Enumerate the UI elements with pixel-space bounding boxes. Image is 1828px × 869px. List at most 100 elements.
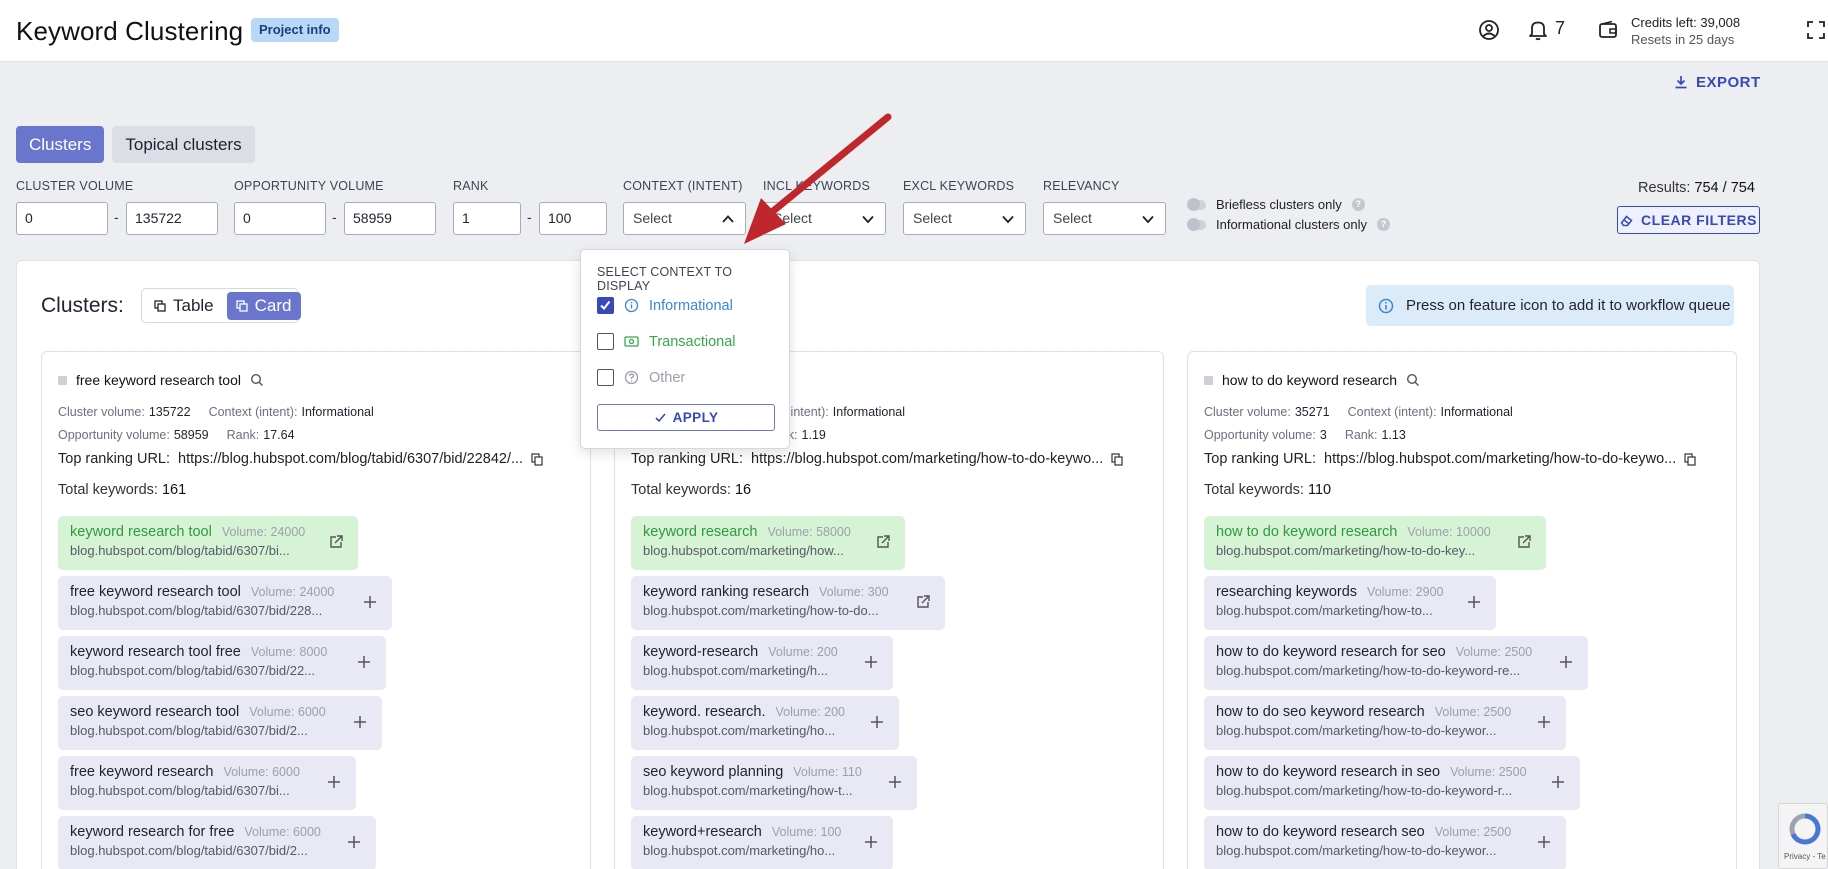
option-other[interactable]: Other — [597, 369, 685, 386]
copy-icon[interactable] — [1684, 452, 1696, 466]
keyword-url: blog.hubspot.com/marketing/how-to... — [1216, 603, 1433, 618]
plus-icon[interactable] — [1536, 834, 1552, 850]
apply-button[interactable]: APPLY — [597, 404, 775, 431]
info-icon — [624, 298, 639, 313]
external-link-icon[interactable] — [1516, 534, 1532, 550]
context-intent-select[interactable]: Select — [623, 202, 746, 235]
keyword-item[interactable]: how to do seo keyword research Volume: 25… — [1204, 696, 1566, 750]
keyword-item[interactable]: free keyword research tool Volume: 24000 b… — [58, 576, 392, 630]
plus-icon[interactable] — [1550, 774, 1566, 790]
keyword-item[interactable]: seo keyword research tool Volume: 6000 blo… — [58, 696, 382, 750]
select-square-icon[interactable] — [58, 375, 67, 385]
search-icon[interactable] — [1406, 373, 1420, 387]
plus-icon[interactable] — [1558, 654, 1574, 670]
plus-icon[interactable] — [352, 714, 368, 730]
table-view-button[interactable]: Table — [145, 292, 223, 320]
plus-icon[interactable] — [863, 834, 879, 850]
select-square-icon[interactable] — [1204, 375, 1213, 385]
copy-icon[interactable] — [1111, 452, 1123, 466]
tab-topical-clusters[interactable]: Topical clusters — [112, 126, 255, 163]
top-url-value[interactable]: https://blog.hubspot.com/marketing/how-t… — [1324, 451, 1676, 467]
cluster-card: free keyword research tool Cluster volume… — [41, 351, 591, 869]
rank-min-input[interactable]: 1 — [453, 202, 521, 235]
keyword-item[interactable]: how to do keyword research Volume: 10000 b… — [1204, 516, 1546, 570]
clear-filters-button[interactable]: CLEAR FILTERS — [1617, 206, 1760, 234]
external-link-icon[interactable] — [875, 534, 891, 550]
keyword-item[interactable]: free keyword research Volume: 6000 blog.hu… — [58, 756, 356, 810]
keyword-item[interactable]: keyword research tool Volume: 24000 blog.h… — [58, 516, 358, 570]
incl-keywords-label: INCL KEYWORDS — [763, 179, 871, 193]
plus-icon[interactable] — [326, 774, 342, 790]
help-icon[interactable]: ? — [1351, 198, 1365, 211]
plus-icon[interactable] — [863, 654, 879, 670]
fullscreen-icon[interactable] — [1806, 20, 1826, 40]
keyword-item[interactable]: keyword research for free Volume: 6000 blo… — [58, 816, 376, 869]
cluster-volume-min-input[interactable]: 0 — [16, 202, 108, 235]
top-url-value[interactable]: https://blog.hubspot.com/blog/tabid/6307… — [178, 451, 523, 467]
keyword-item[interactable]: how to do keyword research in seo Volume:… — [1204, 756, 1580, 810]
external-link-icon[interactable] — [328, 534, 344, 550]
keyword-name: how to do seo keyword research — [1216, 704, 1425, 720]
checkbox-transactional[interactable] — [597, 333, 614, 350]
help-icon[interactable]: ? — [1377, 218, 1391, 231]
plus-icon[interactable] — [356, 654, 372, 670]
opportunity-volume-max-input[interactable]: 58959 — [344, 202, 436, 235]
search-icon[interactable] — [250, 373, 264, 387]
opportunity-label: Opportunity volume: — [1204, 428, 1316, 442]
keyword-item[interactable]: keyword+research Volume: 100 blog.hubspot.… — [631, 816, 893, 869]
option-informational[interactable]: Informational — [597, 297, 733, 314]
keyword-item[interactable]: keyword. research. Volume: 200 blog.hubspo… — [631, 696, 899, 750]
keyword-item[interactable]: keyword research tool free Volume: 8000 bl… — [58, 636, 386, 690]
download-icon — [1675, 76, 1687, 89]
chevron-down-icon — [1002, 215, 1014, 224]
briefless-toggle[interactable] — [1187, 197, 1206, 211]
cluster-title[interactable]: free keyword research tool — [76, 372, 241, 388]
option-transactional[interactable]: Transactional — [597, 333, 736, 350]
opportunity-value: 58959 — [173, 428, 209, 442]
results-count: Results: 754 / 754 — [1638, 180, 1755, 196]
keyword-item[interactable]: how to do keyword research seo Volume: 25… — [1204, 816, 1566, 869]
plus-icon[interactable] — [1536, 714, 1552, 730]
range-dash: - — [332, 209, 337, 225]
keyword-volume: Volume: 6000 — [223, 765, 300, 779]
keyword-item[interactable]: researching keywords Volume: 2900 blog.hub… — [1204, 576, 1496, 630]
plus-icon[interactable] — [869, 714, 885, 730]
keyword-item[interactable]: keyword ranking research Volume: 300 blog.… — [631, 576, 945, 630]
plus-icon[interactable] — [346, 834, 362, 850]
total-value: 16 — [734, 482, 752, 498]
cluster-volume-max-input[interactable]: 135722 — [126, 202, 218, 235]
external-link-icon[interactable] — [915, 594, 931, 610]
keyword-name: how to do keyword research in seo — [1216, 764, 1441, 780]
informational-toggle[interactable] — [1187, 217, 1206, 231]
cluster-title[interactable]: how to do keyword research — [1222, 372, 1397, 388]
checkbox-other[interactable] — [597, 369, 614, 386]
card-view-button[interactable]: Card — [226, 291, 301, 320]
export-button[interactable]: EXPORT — [1674, 72, 1761, 92]
keyword-url: blog.hubspot.com/marketing/how-to-do-key… — [1216, 543, 1476, 558]
tab-clusters[interactable]: Clusters — [16, 126, 105, 163]
plus-icon[interactable] — [362, 594, 378, 610]
project-info-badge[interactable]: Project info — [251, 18, 339, 42]
incl-keywords-select[interactable]: Select — [763, 202, 886, 235]
plus-icon[interactable] — [887, 774, 903, 790]
keyword-item[interactable]: how to do keyword research for seo Volume… — [1204, 636, 1588, 690]
bell-icon[interactable] — [1528, 19, 1548, 41]
keyword-url: blog.hubspot.com/marketing/h... — [643, 663, 828, 678]
opportunity-volume-min-input[interactable]: 0 — [234, 202, 326, 235]
checkbox-informational[interactable] — [597, 297, 614, 314]
recaptcha-badge[interactable]: Privacy - Te — [1778, 803, 1828, 869]
relevancy-select[interactable]: Select — [1043, 202, 1166, 235]
user-icon[interactable] — [1478, 19, 1500, 41]
keyword-name: keyword research for free — [70, 824, 235, 840]
plus-icon[interactable] — [1466, 594, 1482, 610]
relevancy-label: RELEVANCY — [1043, 179, 1120, 193]
top-url-value[interactable]: https://blog.hubspot.com/marketing/how-t… — [751, 451, 1103, 467]
keyword-item[interactable]: keyword research Volume: 58000 blog.hubspo… — [631, 516, 905, 570]
copy-icon[interactable] — [531, 452, 543, 466]
keyword-item[interactable]: keyword-research Volume: 200 blog.hubspot.… — [631, 636, 893, 690]
rank-max-input[interactable]: 100 — [539, 202, 607, 235]
cluster-card: how to do keyword research Cluster volume… — [1187, 351, 1737, 869]
keyword-item[interactable]: seo keyword planning Volume: 110 blog.hubs… — [631, 756, 917, 810]
keyword-volume: Volume: 24000 — [250, 585, 335, 599]
excl-keywords-select[interactable]: Select — [903, 202, 1026, 235]
